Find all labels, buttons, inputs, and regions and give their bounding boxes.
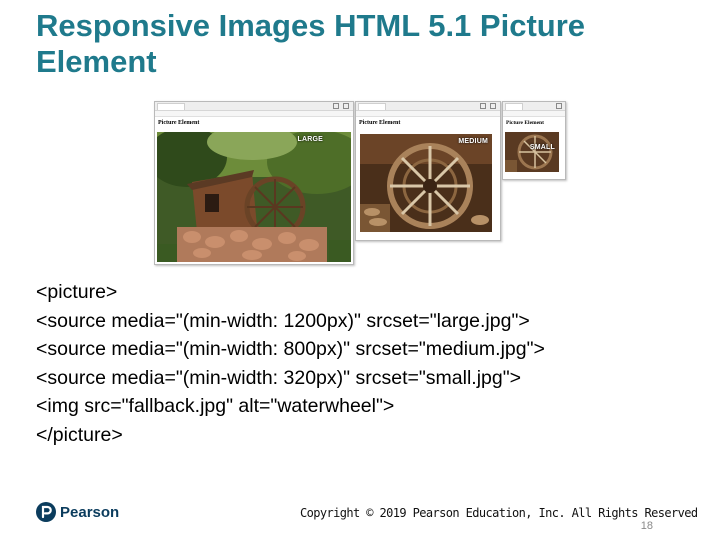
size-label-large: LARGE [297, 136, 323, 143]
minimize-icon [480, 103, 486, 109]
copyright-notice: Copyright © 2019 Pearson Education, Inc.… [300, 506, 698, 520]
browser-tab [358, 103, 386, 110]
code-line: <source media="(min-width: 1200px)" srcs… [36, 309, 530, 332]
browser-tab [157, 103, 185, 110]
waterwheel-photo-large: LARGE [157, 132, 351, 262]
page-heading-medium: Picture Element [359, 120, 401, 126]
code-line: <source media="(min-width: 800px)" srcse… [36, 338, 545, 360]
size-label-small: SMALL [529, 144, 555, 151]
waterwheel-closeup-image [360, 134, 492, 232]
page-number: 18 [640, 520, 653, 532]
waterwheel-photo-medium: MEDIUM [360, 134, 492, 232]
code-line: <img src="fallback.jpg" alt="waterwheel"… [36, 395, 395, 417]
waterwheel-detail-image [505, 132, 559, 172]
browser-window-medium: Picture Element MEDIUM [355, 101, 501, 241]
slide-title: Responsive Images HTML 5.1 Picture Eleme… [36, 8, 696, 81]
minimize-icon [333, 103, 339, 109]
code-example: <picture> <source media="(min-width: 120… [36, 278, 676, 449]
code-line: </picture> [36, 423, 123, 446]
browser-tab [505, 103, 523, 110]
browser-tab-bar [356, 102, 500, 111]
browser-screenshots: Picture Element LARGE Picture Element ME… [154, 101, 570, 265]
code-line: <source media="(min-width: 320px)" srcse… [36, 366, 522, 389]
pearson-logo-icon [36, 502, 56, 522]
pearson-logo-text: Pearson [60, 504, 120, 521]
browser-tab-bar [155, 102, 353, 111]
waterwheel-photo-small: SMALL [505, 132, 559, 172]
slide-title-line-1: Responsive Images HTML 5.1 Picture [36, 8, 586, 43]
page-heading-small: Picture Element [506, 120, 544, 126]
browser-window-small: Picture Element SMALL [502, 101, 566, 180]
size-label-medium: MEDIUM [458, 138, 488, 145]
slide-title-line-2: Element [36, 44, 157, 80]
browser-tab-bar [503, 102, 565, 111]
close-icon [343, 103, 349, 109]
close-icon [490, 103, 496, 109]
code-line: <picture> [36, 281, 118, 303]
waterwheel-image [157, 132, 351, 262]
browser-window-large: Picture Element LARGE [154, 101, 354, 265]
close-icon [556, 103, 562, 109]
page-heading-large: Picture Element [158, 120, 200, 126]
